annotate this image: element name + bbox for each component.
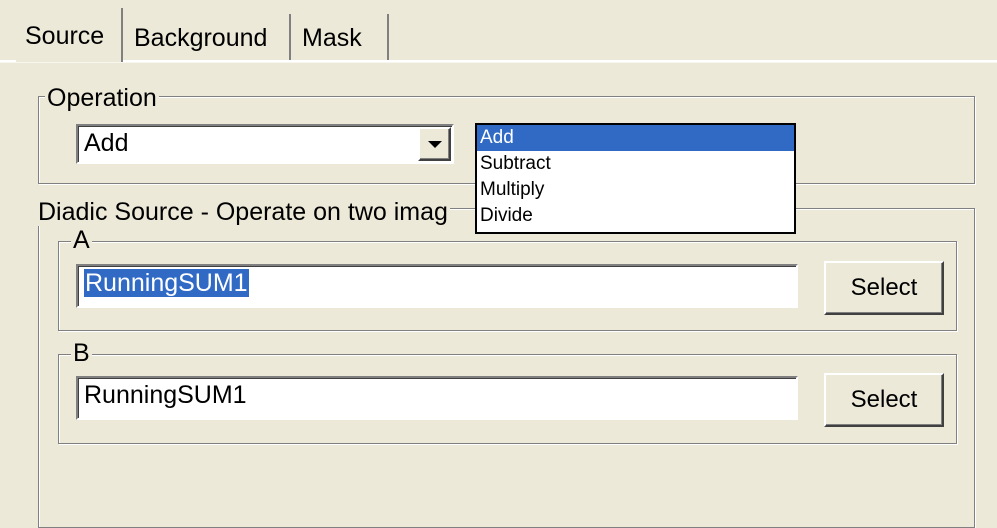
source-b-value: RunningSUM1	[84, 381, 247, 409]
tab-source-label: Source	[25, 22, 105, 50]
source-b-input[interactable]: RunningSUM1	[76, 376, 798, 420]
operation-option-add[interactable]: Add	[477, 125, 794, 151]
source-a-legend: A	[71, 226, 92, 254]
tab-source[interactable]: Source	[16, 8, 123, 62]
source-a-select-button[interactable]: Select	[824, 261, 944, 315]
operation-option-subtract[interactable]: Subtract	[477, 151, 794, 177]
tab-background-label: Background	[134, 24, 268, 52]
tab-strip-border-shadow	[0, 62, 997, 63]
operation-dropdown-button[interactable]	[418, 127, 451, 161]
operation-legend: Operation	[45, 84, 159, 112]
source-b-select-button[interactable]: Select	[824, 373, 944, 427]
chevron-down-icon	[427, 141, 442, 148]
operation-option-divide[interactable]: Divide	[477, 203, 794, 229]
source-a-input[interactable]: RunningSUM1	[76, 264, 798, 308]
source-a-value: RunningSUM1	[84, 269, 249, 297]
diadic-source-legend: Diadic Source - Operate on two imag	[38, 198, 450, 226]
operation-dropdown-list: Add Subtract Multiply Divide	[475, 123, 796, 234]
tab-mask[interactable]: Mask	[293, 14, 389, 60]
operation-select[interactable]: Add	[76, 124, 454, 164]
tab-background[interactable]: Background	[125, 14, 291, 60]
operation-selected-value: Add	[84, 129, 129, 157]
operation-option-multiply[interactable]: Multiply	[477, 177, 794, 203]
tab-mask-label: Mask	[302, 24, 362, 52]
source-b-legend: B	[71, 339, 92, 367]
